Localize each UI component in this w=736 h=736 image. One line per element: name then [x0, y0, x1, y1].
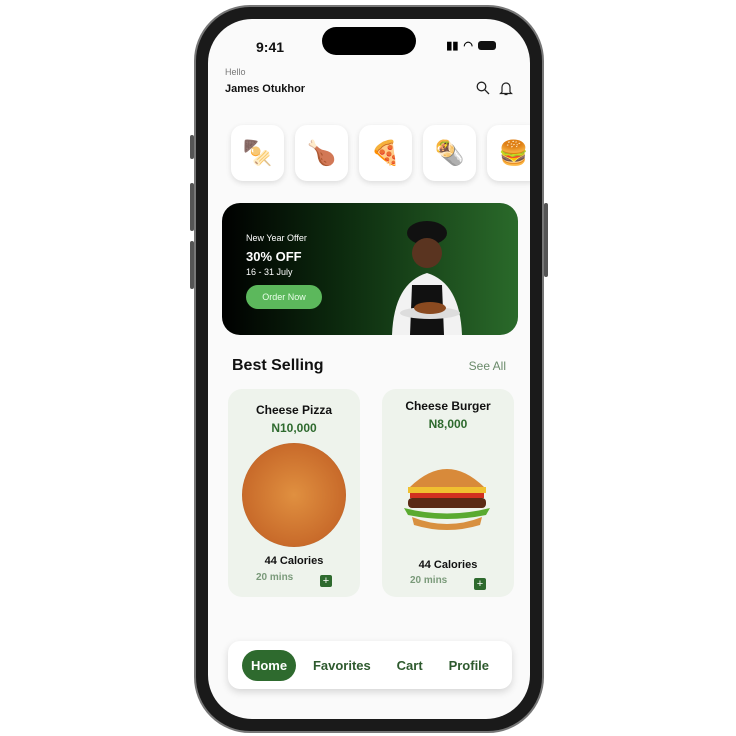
nav-favorites[interactable]: Favorites	[304, 650, 380, 681]
product-name: Cheese Burger	[405, 399, 491, 413]
kebab-icon: 🍢	[242, 139, 273, 167]
category-shawarma[interactable]: 🌯	[423, 125, 476, 181]
add-to-cart-button[interactable]: +	[320, 575, 332, 587]
product-calories: 44 Calories	[264, 555, 324, 567]
product-card-cheese-burger[interactable]: Cheese Burger N8,000 44 Calories 20 mins…	[382, 389, 514, 597]
power-button	[544, 203, 548, 277]
category-pizza[interactable]: 🍕	[359, 125, 412, 181]
product-price: N10,000	[271, 421, 317, 435]
pizza-image	[242, 443, 346, 547]
status-icons: ▮▮ ◠	[446, 39, 496, 52]
nav-home[interactable]: Home	[241, 649, 297, 681]
greeting: Hello	[225, 67, 246, 77]
nav-profile[interactable]: Profile	[440, 650, 498, 681]
battery-icon	[478, 41, 496, 50]
user-name: James Otukhor	[225, 83, 306, 95]
category-list: 🍢 🍗 🍕 🌯 🍔	[231, 125, 530, 181]
category-fried-chicken[interactable]: 🍗	[295, 125, 348, 181]
search-icon[interactable]	[476, 81, 490, 98]
app-screen: 9:41 ▮▮ ◠ Hello James Otukhor 🍢 🍗 🍕 🌯 🍔 …	[208, 19, 530, 719]
product-name: Cheese Pizza	[255, 403, 333, 417]
pizza-icon: 🍕	[370, 139, 401, 167]
category-burger[interactable]: 🍔	[487, 125, 530, 181]
offer-dates: 16 - 31 July	[246, 267, 293, 277]
phone-frame: 9:41 ▮▮ ◠ Hello James Otukhor 🍢 🍗 🍕 🌯 🍔 …	[190, 5, 548, 733]
burger-icon: 🍔	[498, 139, 529, 167]
bell-icon[interactable]	[499, 81, 513, 99]
offer-discount: 30% OFF	[246, 249, 302, 264]
category-kebab[interactable]: 🍢	[231, 125, 284, 181]
see-all-link[interactable]: See All	[469, 359, 506, 373]
offer-banner[interactable]: New Year Offer 30% OFF 16 - 31 July Orde…	[222, 203, 518, 335]
volume-down-button	[190, 241, 194, 289]
shawarma-icon: 🌯	[434, 139, 465, 167]
product-price: N8,000	[428, 417, 468, 431]
product-time: 20 mins	[256, 572, 294, 583]
signal-icon: ▮▮	[446, 40, 459, 52]
bottom-nav: Home Favorites Cart Profile	[228, 641, 512, 689]
product-time: 20 mins	[410, 575, 448, 586]
status-time: 9:41	[256, 39, 285, 55]
mute-switch	[190, 135, 194, 159]
nav-cart[interactable]: Cart	[388, 650, 432, 681]
chef-image	[392, 221, 462, 335]
product-calories: 44 Calories	[418, 559, 478, 571]
wifi-icon: ◠	[463, 40, 473, 52]
best-selling-title: Best Selling	[232, 357, 324, 374]
add-to-cart-button[interactable]: +	[474, 578, 486, 590]
dynamic-island	[322, 27, 416, 55]
offer-label: New Year Offer	[246, 233, 307, 243]
volume-up-button	[190, 183, 194, 231]
burger-image	[404, 469, 490, 530]
product-card-cheese-pizza[interactable]: Cheese Pizza N10,000 44 Calories 20 mins…	[228, 389, 360, 597]
fried-chicken-icon: 🍗	[306, 139, 337, 167]
order-now-button[interactable]: Order Now	[246, 285, 322, 309]
